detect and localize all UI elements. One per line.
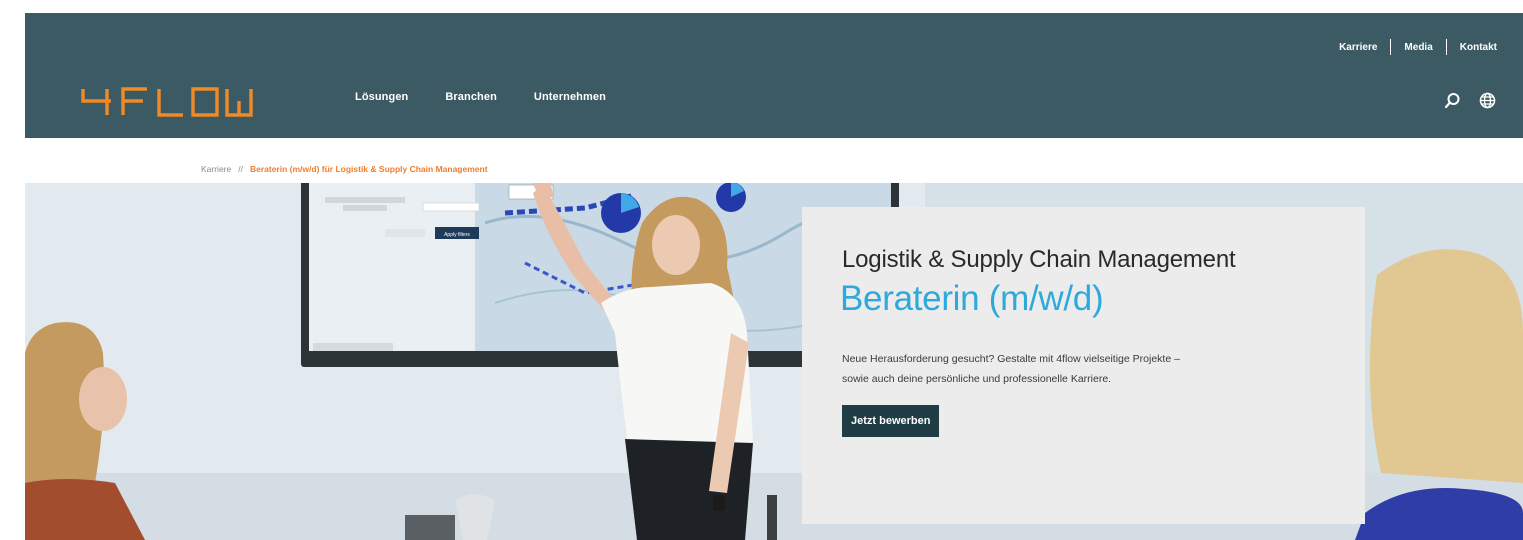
- util-link-kontakt[interactable]: Kontakt: [1460, 42, 1497, 53]
- divider: [1390, 39, 1392, 55]
- util-link-karriere[interactable]: Karriere: [1339, 42, 1377, 53]
- screen-apply-button: Apply filters: [444, 232, 470, 238]
- main-nav: Lösungen Branchen Unternehmen: [355, 91, 606, 103]
- card-description-line: sowie auch deine persönliche und profess…: [842, 373, 1112, 385]
- breadcrumb-current: Beraterin (m/w/d) für Logistik & Supply …: [249, 164, 488, 174]
- breadcrumb-link-karriere[interactable]: Karriere: [201, 164, 231, 174]
- card-description: Neue Herausforderung gesucht? Gestalte m…: [842, 349, 1332, 389]
- page: Lösungen Branchen Unternehmen Karriere M…: [0, 0, 1523, 540]
- nav-item-branchen[interactable]: Branchen: [445, 91, 497, 103]
- logo-mark: [81, 87, 253, 117]
- site-header: Lösungen Branchen Unternehmen Karriere M…: [25, 13, 1523, 138]
- card-subtitle: Logistik & Supply Chain Management: [842, 246, 1236, 273]
- breadcrumb-separator: //: [238, 164, 243, 174]
- utility-nav: Karriere Media Kontakt: [1339, 39, 1497, 55]
- globe-icon[interactable]: [1479, 92, 1496, 109]
- nav-item-loesungen[interactable]: Lösungen: [355, 91, 408, 103]
- card-title: Beraterin (m/w/d): [840, 279, 1104, 318]
- nav-item-unternehmen[interactable]: Unternehmen: [534, 91, 606, 103]
- card-description-line: Neue Herausforderung gesucht? Gestalte m…: [842, 353, 1180, 365]
- breadcrumb: Karriere // Beraterin (m/w/d) für Logist…: [201, 164, 488, 174]
- header-icons: [1444, 92, 1496, 109]
- apply-now-button[interactable]: Jetzt bewerben: [842, 405, 940, 437]
- divider: [1445, 39, 1447, 55]
- logo[interactable]: [81, 87, 253, 117]
- util-link-media[interactable]: Media: [1404, 42, 1432, 53]
- search-icon[interactable]: [1444, 92, 1461, 109]
- job-card: Logistik & Supply Chain Management Berat…: [802, 207, 1365, 524]
